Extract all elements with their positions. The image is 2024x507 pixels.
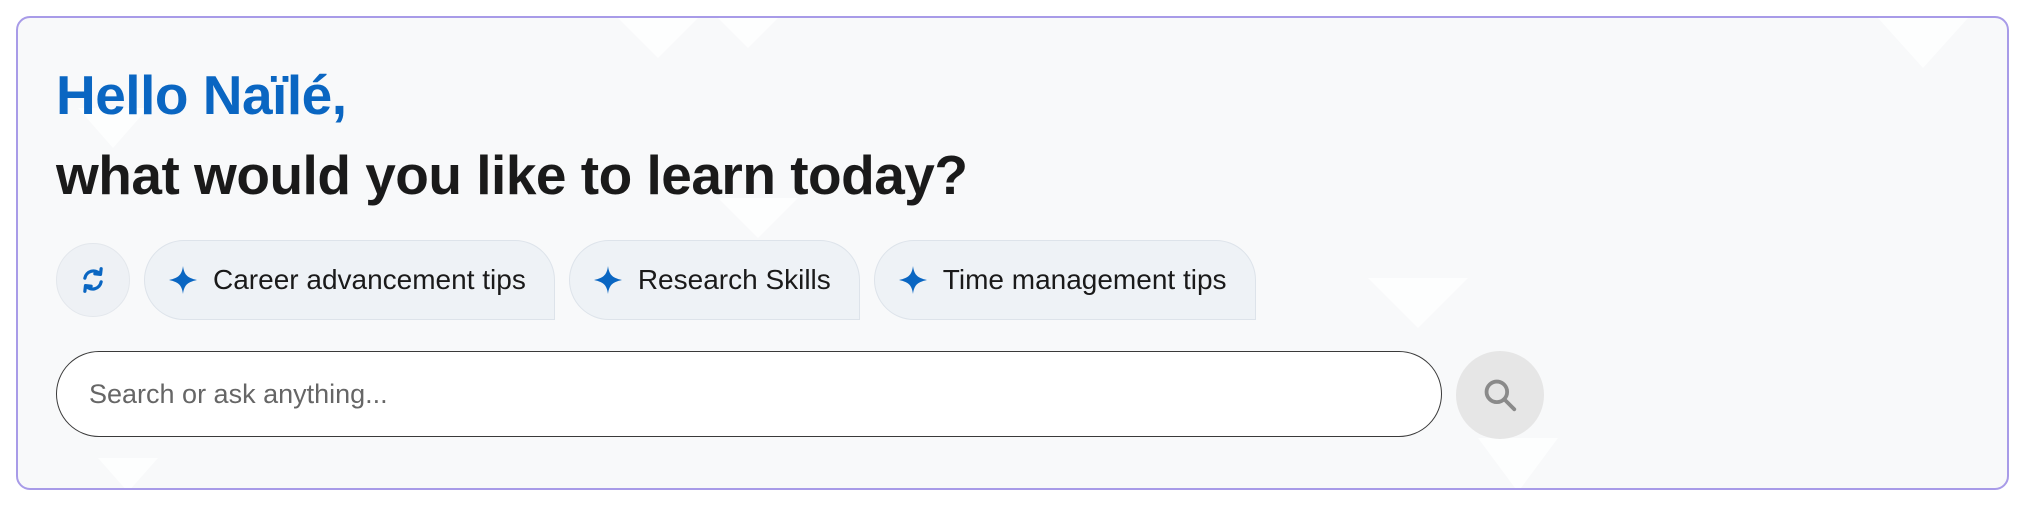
greeting-heading: Hello Naïlé, xyxy=(56,64,347,126)
suggestion-chips: Career advancement tips Research Skills … xyxy=(56,240,1256,320)
suggestion-chip-label: Career advancement tips xyxy=(213,264,526,295)
search-icon xyxy=(1484,379,1517,412)
refresh-suggestions-button[interactable] xyxy=(56,243,130,317)
search-input[interactable] xyxy=(87,377,1411,411)
sparkle-icon xyxy=(898,266,927,294)
suggestion-chip-label: Time management tips xyxy=(942,264,1227,295)
sparkle-icon xyxy=(169,266,197,294)
refresh-icon xyxy=(83,267,103,293)
prompt-heading: what would you like to learn today? xyxy=(56,144,968,206)
suggestion-chip-research[interactable]: Research Skills xyxy=(568,240,860,320)
search-box xyxy=(56,351,1442,437)
sparkle-icon xyxy=(593,266,622,294)
search-button[interactable] xyxy=(1456,351,1544,439)
suggestion-chip-label: Research Skills xyxy=(637,264,831,295)
suggestion-chip-time-management[interactable]: Time management tips xyxy=(873,240,1256,320)
suggestion-chip-career[interactable]: Career advancement tips xyxy=(144,240,555,320)
learning-prompt-card: Hello Naïlé, what would you like to lear… xyxy=(16,16,2009,490)
